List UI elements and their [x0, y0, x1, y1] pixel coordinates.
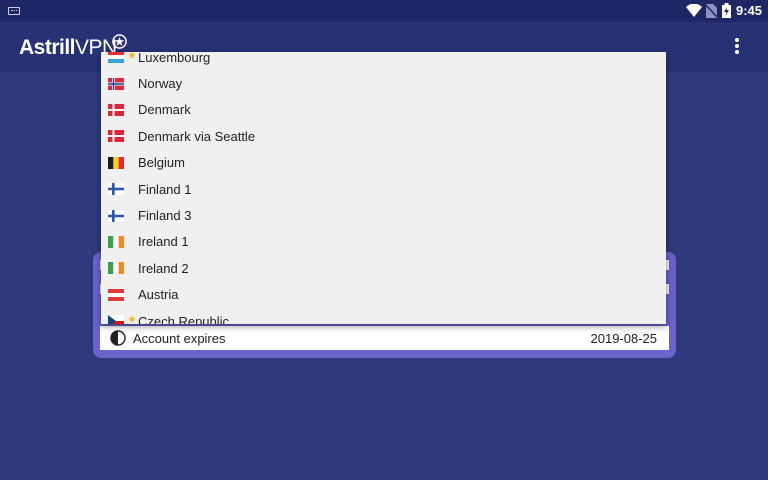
server-list-item[interactable]: Ireland 1 — [101, 229, 666, 255]
status-clock: 9:45 — [736, 3, 763, 18]
logo-star-icon — [112, 34, 127, 49]
denmark-flag-icon — [108, 130, 124, 143]
server-list: Luxembourg Norway Denmark Denmark via Seatt… — [101, 52, 666, 324]
server-list-item[interactable]: Luxembourg — [101, 52, 666, 70]
czech-flag-icon — [108, 315, 124, 324]
server-list-item[interactable]: Norway — [101, 70, 666, 96]
keyboard-icon — [8, 7, 20, 15]
battery-charging-icon — [722, 3, 731, 18]
clock-pie-icon — [110, 330, 126, 346]
overflow-menu-icon[interactable] — [730, 38, 744, 56]
server-list-item-label: Denmark — [138, 102, 191, 118]
server-list-item-label: Czech Republic — [138, 313, 230, 324]
finland-flag-icon — [108, 183, 124, 196]
server-list-item[interactable]: Finland 1 — [101, 176, 666, 202]
server-list-item[interactable]: Ireland 2 — [101, 255, 666, 281]
server-list-item-label: Ireland 2 — [138, 260, 189, 276]
server-list-item-label: Denmark via Seattle — [138, 128, 256, 144]
star-icon — [128, 314, 136, 323]
status-bar: 9:45 — [0, 0, 768, 22]
belgium-flag-icon — [108, 156, 124, 169]
server-dropdown[interactable]: Luxembourg Norway Denmark Denmark via Seatt… — [101, 52, 666, 324]
austria-flag-icon — [108, 288, 124, 301]
server-list-item-label: Luxembourg — [138, 52, 211, 65]
server-list-item[interactable]: Belgium — [101, 150, 666, 176]
star-icon — [128, 52, 136, 59]
logo-text-bold: Astrill — [19, 36, 76, 59]
server-list-item[interactable]: Finland 3 — [101, 202, 666, 228]
server-list-item-label: Austria — [138, 287, 179, 303]
server-list-item-label: Ireland 1 — [138, 234, 189, 250]
server-list-item[interactable]: Austria — [101, 282, 666, 308]
account-expires-label: Account expires — [133, 330, 226, 346]
finland-flag-icon — [108, 209, 124, 222]
ireland-flag-icon — [108, 235, 124, 248]
norway-flag-icon — [108, 77, 124, 90]
account-expires-value: 2019-08-25 — [590, 330, 658, 346]
server-list-item-label: Belgium — [138, 155, 185, 171]
sim-no-signal-icon — [706, 4, 717, 18]
server-list-item[interactable]: Czech Republic — [101, 308, 666, 324]
luxembourg-flag-icon — [108, 52, 124, 64]
server-list-item-label: Finland 1 — [138, 181, 192, 197]
wifi-icon — [686, 4, 702, 17]
server-list-item-label: Norway — [138, 76, 183, 92]
server-list-item[interactable]: Denmark via Seattle — [101, 123, 666, 149]
server-list-item-label: Finland 3 — [138, 208, 192, 224]
account-expires-row: Account expires 2019-08-25 — [100, 326, 669, 350]
server-list-item[interactable]: Denmark — [101, 97, 666, 123]
ireland-flag-icon — [108, 262, 124, 275]
denmark-flag-icon — [108, 103, 124, 116]
